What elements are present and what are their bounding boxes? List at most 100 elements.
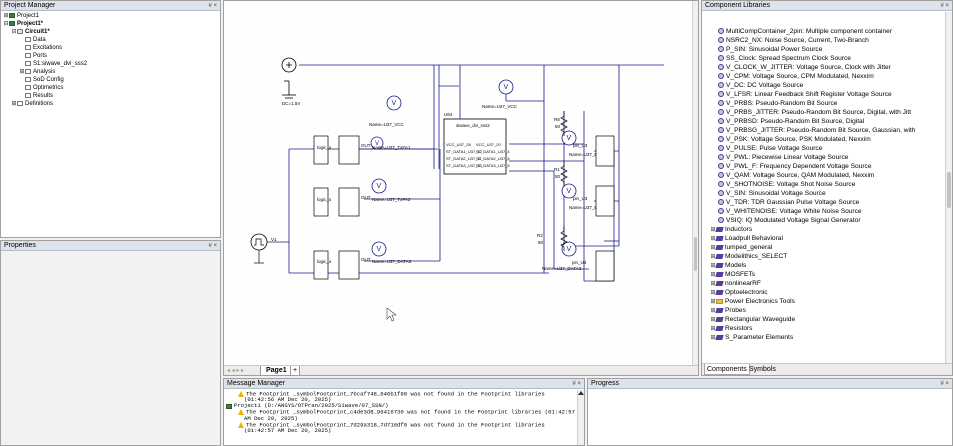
library-component-item[interactable]: V_QAM: Voltage Source, QAM Modulated, Ne… — [702, 171, 946, 180]
library-component-item[interactable]: V_PRBS_JITTER: Pseudo-Random Bit Source,… — [702, 108, 946, 117]
library-item-label: V_PULSE: Pulse Voltage Source — [726, 145, 823, 152]
library-item-label: lumped_general — [725, 244, 773, 251]
library-component-item[interactable]: V_LFSR: Linear Feedback Shift Register V… — [702, 90, 946, 99]
project-tree-label: Project1 — [17, 13, 40, 19]
library-component-item[interactable]: V_TDR: TDR Gaussian Pulse Voltage Source — [702, 198, 946, 207]
library-item-label: Inductors — [725, 226, 753, 233]
library-category-item[interactable]: ⊞ MOSFETs — [702, 270, 946, 279]
schematic-canvas[interactable]: DC=1.5V V1 logic_o logic_o logic_o OUT O… — [224, 1, 698, 365]
library-category-item[interactable]: ⊞ Power Electronics Tools — [702, 297, 946, 306]
project-tree-item[interactable]: Optimetrics — [3, 84, 218, 92]
tree-node-icon — [25, 52, 31, 58]
project-icon — [226, 403, 232, 409]
library-category-item[interactable]: ⊞ Optoelectronic — [702, 288, 946, 297]
library-category-item[interactable]: ⊞ Resistors — [702, 324, 946, 333]
tab-page1[interactable]: Page1 — [260, 366, 293, 375]
folder-icon — [716, 298, 723, 304]
component-libraries-window-buttons[interactable]: # × — [940, 1, 949, 11]
resistor-val-3: 50 — [538, 240, 544, 245]
tab-components[interactable]: Components — [704, 364, 750, 375]
project-tree-item[interactable]: Results — [3, 92, 218, 100]
library-vertical-scrollbar[interactable] — [945, 12, 952, 363]
library-item-label: V_PSK: Voltage Source, PSK Modulated, Ne… — [726, 136, 871, 143]
library-category-item[interactable]: ⊞ Inductors — [702, 225, 946, 234]
tab-symbols[interactable]: Symbols — [747, 364, 778, 375]
message-row[interactable]: (01:42:57 AM Dec 20, 2025) — [226, 428, 576, 434]
library-component-item[interactable]: V_WHITENOISE: Voltage White Noise Source — [702, 207, 946, 216]
library-item-label: Probes — [725, 307, 746, 314]
progress-title-bar: Progress # × — [588, 379, 952, 389]
library-component-item[interactable]: V_CLOCK_W_JITTER: Voltage Source, Clock … — [702, 63, 946, 72]
library-component-item[interactable]: V_PULSE: Pulse Voltage Source — [702, 144, 946, 153]
voltage-source-icon — [718, 145, 724, 152]
library-category-item[interactable]: ⊞ Modelithics_SELECT — [702, 252, 946, 261]
project-tree-item[interactable]: ⊞ Definitions — [3, 100, 218, 108]
library-component-item[interactable]: V_SIN: Sinusoidal Voltage Source — [702, 189, 946, 198]
library-item-label: V_LFSR: Linear Feedback Shift Register V… — [726, 91, 892, 98]
voltage-source-icon — [718, 100, 724, 107]
library-component-item[interactable]: V_PWL_F: Frequency Dependent Voltage Sou… — [702, 162, 946, 171]
message-manager-window-buttons[interactable]: # × — [572, 379, 581, 389]
library-component-item[interactable]: V_DC: DC Voltage Source — [702, 81, 946, 90]
voltage-source-icon — [718, 154, 724, 161]
library-component-item[interactable]: V_PRBSD: Pseudo-Random Bit Source, Digit… — [702, 117, 946, 126]
library-component-item[interactable]: V_PRBS: Pseudo-Random Bit Source — [702, 99, 946, 108]
library-vertical-scroll-thumb[interactable] — [947, 172, 951, 208]
library-component-item[interactable]: V_SHOTNOISE: Voltage Shot Noise Source — [702, 180, 946, 189]
library-category-item[interactable]: ⊞ S_Parameter Elements — [702, 333, 946, 342]
library-item-label: Models — [725, 262, 747, 269]
library-category-item[interactable]: ⊞ Models — [702, 261, 946, 270]
schematic-vertical-scrollbar[interactable] — [692, 1, 698, 365]
library-category-item[interactable]: ⊞ lumped_general — [702, 243, 946, 252]
project-tree-item[interactable]: ⊟ Circuit1* — [3, 28, 218, 36]
library-component-item[interactable]: V_PSK: Voltage Source, PSK Modulated, Ne… — [702, 135, 946, 144]
project-tree-item[interactable]: Ports — [3, 52, 218, 60]
schematic-editor[interactable]: DC=1.5V V1 logic_o logic_o logic_o OUT O… — [223, 0, 699, 376]
message-scroll-up-arrow[interactable] — [578, 391, 584, 395]
properties-window-buttons[interactable]: # × — [208, 241, 217, 251]
library-category-item[interactable]: ⊞ Rectangular Waveguide — [702, 315, 946, 324]
voltage-source-icon — [718, 181, 724, 188]
project-tree-item[interactable]: SoD Config — [3, 76, 218, 84]
project-tree-item[interactable]: ⊞ Analysis — [3, 68, 218, 76]
page-nav-arrows[interactable]: ◂ ◂ ▸ ▸ — [227, 367, 244, 374]
component-pin-right: ST_DATA3_U37_5 — [476, 163, 510, 168]
library-component-item[interactable]: V_PWL: Piecewise Linear Voltage Source — [702, 153, 946, 162]
library-component-item[interactable]: P_SIN: Sinusoidal Power Source — [702, 45, 946, 54]
library-component-item[interactable]: VSIQ: IQ Modulated Voltage Signal Genera… — [702, 216, 946, 225]
library-category-item[interactable]: ⊞ Probes — [702, 306, 946, 315]
progress-window-buttons[interactable]: # × — [940, 379, 949, 389]
voltage-source-icon — [718, 37, 724, 44]
library-component-item[interactable]: MultiCompContainer_2pin: Multiple compon… — [702, 27, 946, 36]
component-pin-right: ST_DATA1_U37_4 — [476, 149, 510, 154]
project-tree-item[interactable]: Excitations — [3, 44, 218, 52]
project-tree-item[interactable]: Data — [3, 36, 218, 44]
library-item-label: NSRC2_NX: Noise Source, Current, Two-Bra… — [726, 37, 869, 44]
library-component-item[interactable]: SS_Clock: Spread Spectrum Clock Source — [702, 54, 946, 63]
library-item-label: V_PWL: Piecewise Linear Voltage Source — [726, 154, 849, 161]
project-manager-window-buttons[interactable]: # × — [208, 1, 217, 11]
pulse-source-symbol[interactable] — [250, 233, 268, 251]
library-item-label: V_TDR: TDR Gaussian Pulse Voltage Source — [726, 199, 860, 206]
library-component-item[interactable]: NSRC2_NX: Noise Source, Current, Two-Bra… — [702, 36, 946, 45]
schematic-vertical-scroll-thumb[interactable] — [694, 237, 697, 271]
library-component-item[interactable]: V_CPM: Voltage Source, CPM Modulated, Ne… — [702, 72, 946, 81]
library-package-icon — [715, 280, 724, 286]
probe-data3-left-label: Name=U37_DATA3 — [372, 259, 412, 264]
library-category-item[interactable]: ⊞ Loadpull Behavioral — [702, 234, 946, 243]
tree-node-icon — [25, 36, 31, 42]
out-label-3: OUT — [361, 257, 371, 262]
add-page-button[interactable]: + — [290, 366, 300, 375]
voltage-source-icon — [718, 91, 724, 98]
probe-v-label: V — [504, 84, 509, 91]
project-tree-label: Excitations — [33, 45, 63, 51]
library-package-icon — [715, 262, 724, 268]
project-tree-item[interactable]: ⊞ Project1 — [3, 12, 218, 20]
library-category-item[interactable]: ⊞ nonlinearRF — [702, 279, 946, 288]
library-component-item[interactable]: V_PRBSG_JITTER: Pseudo-Random Bit Source… — [702, 126, 946, 135]
project-tree-item[interactable]: ⊟ Project1* — [3, 20, 218, 28]
message-vertical-scrollbar[interactable] — [577, 390, 584, 445]
project-manager-title-bar: Project Manager # × — [1, 1, 220, 11]
probe-data3-right-label: Name=U37_DATA3 — [542, 266, 582, 271]
project-tree-item[interactable]: S1:siwave_dvi_sss2 — [3, 60, 218, 68]
